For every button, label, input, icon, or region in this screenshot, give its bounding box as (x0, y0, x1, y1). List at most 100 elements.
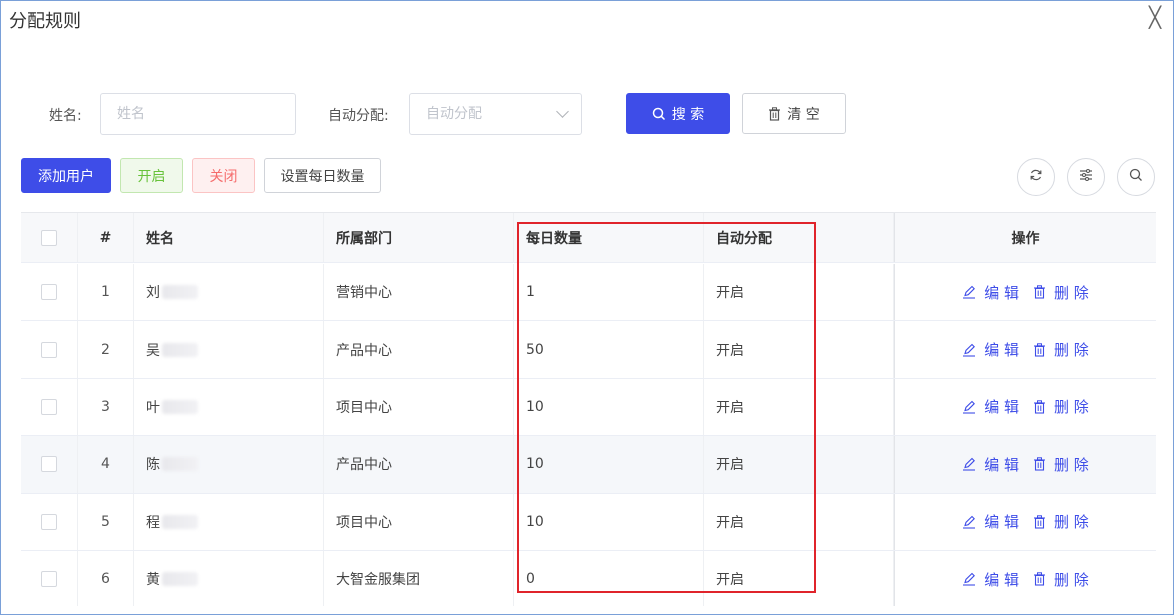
edit-icon (962, 515, 976, 529)
row-daily-quantity: 10 (514, 378, 704, 436)
row-department: 产品中心 (324, 321, 514, 378)
row-daily-quantity: 1 (514, 264, 704, 321)
search-icon (1129, 168, 1143, 186)
row-daily-quantity: 50 (514, 321, 704, 378)
redacted-name-blur (162, 399, 198, 414)
delete-label: 删 除 (1054, 570, 1089, 589)
table-row[interactable]: 3 叶 项目中心 10 开启 编 辑 删 除 (21, 378, 1156, 437)
close-icon[interactable]: ╳ (1149, 5, 1161, 29)
row-department: 产品中心 (324, 436, 514, 493)
table-row[interactable]: 4 陈 产品中心 10 开启 编 辑 删 除 (21, 436, 1156, 494)
delete-button[interactable]: 删 除 (1033, 454, 1089, 475)
header-auto-assign: 自动分配 (704, 213, 894, 262)
select-all-cell (21, 213, 78, 262)
assignment-rules-dialog: 分配规则 ╳ 姓名: 自动分配: 自动分配 搜 索 清 空 添加用户 开启 关闭… (0, 0, 1174, 615)
table-row[interactable]: 2 吴 产品中心 50 开启 编 辑 删 除 (21, 321, 1156, 379)
table-row[interactable]: 6 黄 大智金服集团 0 开启 编 辑 删 除 (21, 551, 1156, 606)
row-name: 程 (146, 514, 160, 531)
delete-button[interactable]: 删 除 (1033, 569, 1089, 590)
disable-button[interactable]: 关闭 (192, 158, 255, 193)
header-name: 姓名 (134, 213, 324, 262)
row-actions: 编 辑删 除 (894, 264, 1156, 321)
delete-label: 删 除 (1054, 398, 1089, 417)
row-name-cell: 叶 (134, 378, 324, 436)
edit-button[interactable]: 编 辑 (962, 396, 1019, 417)
row-name-cell: 程 (134, 493, 324, 550)
row-checkbox[interactable] (41, 571, 57, 588)
row-daily-quantity: 0 (514, 551, 704, 606)
row-name: 黄 (146, 572, 160, 589)
row-index: 6 (78, 551, 134, 606)
row-index: 4 (78, 436, 134, 493)
row-department: 营销中心 (324, 264, 514, 321)
row-checkbox[interactable] (41, 456, 57, 473)
row-actions: 编 辑删 除 (894, 321, 1156, 378)
edit-button[interactable]: 编 辑 (962, 569, 1019, 590)
header-daily-quantity: 每日数量 (514, 213, 704, 262)
row-name-cell: 黄 (134, 551, 324, 606)
filter-settings-icon (1079, 168, 1093, 186)
row-name-cell: 陈 (134, 436, 324, 493)
row-department: 项目中心 (324, 378, 514, 436)
auto-assign-filter-label: 自动分配: (328, 108, 389, 124)
header-index: # (78, 213, 134, 262)
auto-assign-select-placeholder: 自动分配 (426, 106, 482, 122)
row-checkbox[interactable] (41, 398, 57, 415)
row-select-cell (21, 436, 78, 493)
delete-button[interactable]: 删 除 (1033, 396, 1089, 417)
row-auto-assign: 开启 (704, 436, 894, 493)
enable-button[interactable]: 开启 (120, 158, 183, 193)
header-department: 所属部门 (324, 213, 514, 262)
row-actions: 编 辑删 除 (894, 378, 1156, 436)
refresh-icon (1029, 168, 1043, 186)
refresh-button[interactable] (1017, 158, 1055, 196)
row-name: 陈 (146, 457, 160, 474)
chevron-down-icon (556, 105, 569, 118)
toggle-search-button[interactable] (1117, 158, 1155, 196)
row-checkbox[interactable] (41, 513, 57, 530)
row-checkbox[interactable] (41, 284, 57, 301)
edit-button[interactable]: 编 辑 (962, 339, 1019, 360)
row-auto-assign: 开启 (704, 378, 894, 436)
row-name: 叶 (146, 399, 160, 416)
clear-button[interactable]: 清 空 (742, 93, 846, 134)
trash-icon (1033, 515, 1046, 529)
search-icon (652, 107, 666, 121)
row-select-cell (21, 493, 78, 550)
trash-icon (1033, 457, 1046, 471)
table-row[interactable]: 5 程 项目中心 10 开启 编 辑 删 除 (21, 493, 1156, 551)
delete-button[interactable]: 删 除 (1033, 339, 1089, 360)
dialog-title: 分配规则 (9, 11, 81, 32)
delete-label: 删 除 (1054, 513, 1089, 532)
edit-button[interactable]: 编 辑 (962, 282, 1019, 303)
row-checkbox[interactable] (41, 341, 57, 358)
search-button[interactable]: 搜 索 (626, 93, 730, 134)
delete-button[interactable]: 删 除 (1033, 282, 1089, 303)
row-actions: 编 辑删 除 (894, 436, 1156, 493)
column-settings-button[interactable] (1067, 158, 1105, 196)
row-name: 刘 (146, 285, 160, 302)
header-actions: 操作 (894, 213, 1156, 262)
row-auto-assign: 开启 (704, 551, 894, 606)
name-filter-label: 姓名: (49, 108, 82, 124)
add-user-button[interactable]: 添加用户 (21, 158, 111, 193)
redacted-name-blur (162, 342, 198, 357)
edit-button[interactable]: 编 辑 (962, 511, 1019, 532)
row-select-cell (21, 321, 78, 378)
redacted-name-blur (162, 457, 198, 472)
auto-assign-select[interactable]: 自动分配 (409, 93, 582, 135)
row-daily-quantity: 10 (514, 436, 704, 493)
redacted-name-blur (162, 514, 198, 529)
select-all-checkbox[interactable] (41, 229, 57, 246)
name-search-input[interactable] (100, 93, 296, 135)
edit-button[interactable]: 编 辑 (962, 454, 1019, 475)
set-daily-quantity-button[interactable]: 设置每日数量 (264, 158, 381, 193)
row-actions: 编 辑删 除 (894, 551, 1156, 606)
edit-label: 编 辑 (984, 283, 1019, 302)
table-row[interactable]: 1 刘营销中心 1 开启编 辑删 除 (21, 264, 1156, 322)
rules-table: # 姓名 所属部门 每日数量 自动分配 操作 1 刘营销中心 1 开启编 辑删 除2吴… (21, 212, 1156, 606)
row-name-cell: 吴 (134, 321, 324, 378)
row-name: 吴 (146, 342, 160, 359)
trash-icon (1033, 342, 1046, 357)
delete-button[interactable]: 删 除 (1033, 511, 1089, 532)
